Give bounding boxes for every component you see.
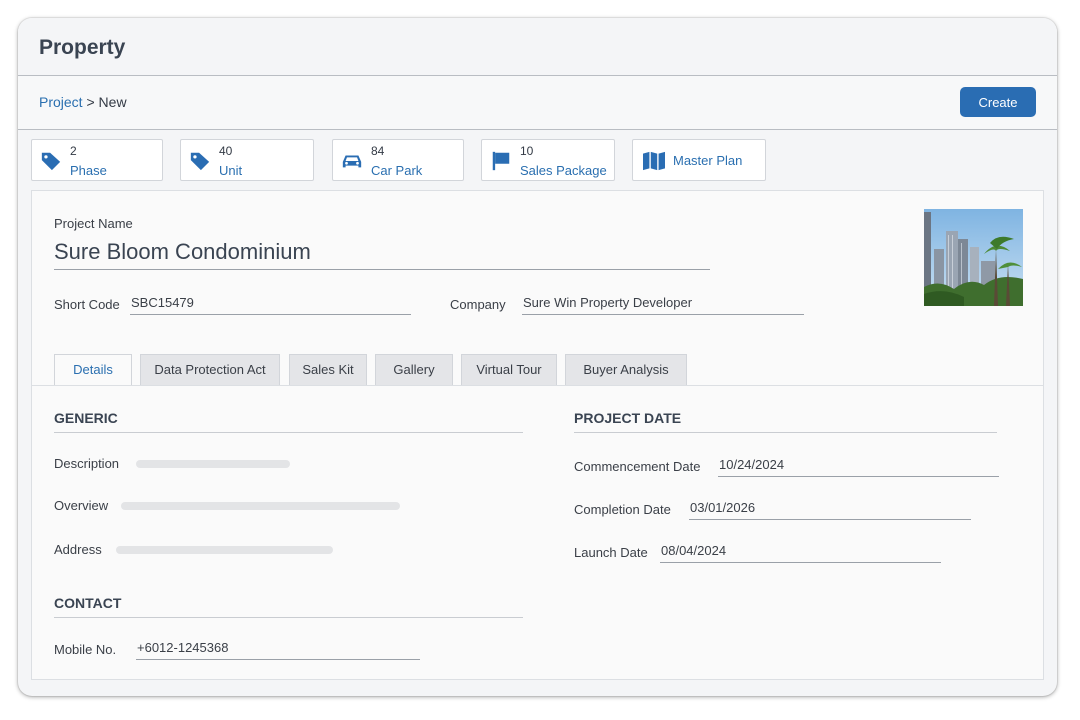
- stats-bar: 2 Phase 40 Unit 84 Car Park 10 Sales Pac…: [18, 130, 1057, 190]
- company-label: Company: [450, 297, 506, 312]
- description-label: Description: [54, 456, 120, 471]
- tag-icon: [190, 152, 210, 171]
- tab-sales-kit[interactable]: Sales Kit: [289, 354, 367, 385]
- overview-label: Overview: [54, 498, 109, 513]
- stat-unit[interactable]: 40 Unit: [180, 139, 314, 181]
- launch-date-label: Launch Date: [574, 545, 648, 560]
- generic-heading: GENERIC: [54, 410, 118, 426]
- stat-phase-label: Phase: [70, 163, 107, 178]
- contact-divider: [54, 617, 523, 618]
- project-panel: Project Name Sure Bloom Condominium Shor…: [31, 190, 1044, 680]
- short-code-label: Short Code: [54, 297, 120, 312]
- property-card: Property Project > New Create 2 Phase 40…: [18, 18, 1057, 696]
- commencement-date-label: Commencement Date: [574, 459, 701, 474]
- stat-sales-package-label: Sales Package: [520, 163, 607, 178]
- launch-date-field[interactable]: 08/04/2024: [660, 543, 941, 563]
- overview-placeholder: [121, 502, 400, 510]
- stat-master-plan-label: Master Plan: [673, 153, 743, 168]
- address-label: Address: [54, 542, 102, 557]
- car-icon: [342, 155, 362, 168]
- tab-buyer-analysis[interactable]: Buyer Analysis: [565, 354, 687, 385]
- mobile-label: Mobile No.: [54, 642, 117, 657]
- mobile-field[interactable]: +6012-1245368: [136, 640, 420, 660]
- project-name-label: Project Name: [54, 216, 133, 231]
- page-title: Property: [39, 36, 126, 59]
- generic-divider: [54, 432, 523, 433]
- stat-car-park-label: Car Park: [371, 163, 423, 178]
- completion-date-label: Completion Date: [574, 502, 671, 517]
- project-date-divider: [574, 432, 997, 433]
- stat-car-park-count: 84: [371, 144, 385, 158]
- tag-icon: [41, 152, 61, 171]
- tab-virtual-tour[interactable]: Virtual Tour: [461, 354, 557, 385]
- title-bar: Property: [18, 18, 1057, 76]
- project-name-field[interactable]: Sure Bloom Condominium: [54, 239, 710, 270]
- breadcrumb: Project > New: [39, 94, 127, 110]
- create-button[interactable]: Create: [960, 87, 1036, 117]
- commencement-date-field[interactable]: 10/24/2024: [718, 457, 999, 477]
- breadcrumb-separator: >: [82, 94, 99, 110]
- address-placeholder: [116, 546, 333, 554]
- company-field[interactable]: Sure Win Property Developer: [522, 295, 804, 315]
- stat-unit-count: 40: [219, 144, 233, 158]
- map-icon: [643, 151, 665, 171]
- completion-date-field[interactable]: 03/01/2026: [689, 500, 971, 520]
- tab-data-protection-act[interactable]: Data Protection Act: [140, 354, 280, 385]
- project-photo-image: [924, 209, 1023, 306]
- stat-car-park[interactable]: 84 Car Park: [332, 139, 464, 181]
- stat-phase-count: 2: [70, 144, 77, 158]
- stat-master-plan[interactable]: Master Plan: [632, 139, 766, 181]
- project-date-heading: PROJECT DATE: [574, 410, 682, 426]
- contact-heading: CONTACT: [54, 595, 122, 611]
- description-placeholder: [136, 460, 290, 468]
- breadcrumb-current: New: [98, 94, 127, 110]
- flag-icon: [492, 151, 510, 171]
- stat-phase[interactable]: 2 Phase: [31, 139, 163, 181]
- project-photo[interactable]: [924, 209, 1023, 306]
- breadcrumb-bar: Project > New Create: [18, 76, 1057, 130]
- stat-unit-label: Unit: [219, 163, 243, 178]
- short-code-field[interactable]: SBC15479: [130, 295, 411, 315]
- tab-details[interactable]: Details: [54, 354, 132, 386]
- tab-gallery[interactable]: Gallery: [375, 354, 453, 385]
- tabs-divider: [32, 385, 1043, 386]
- stat-sales-package-count: 10: [520, 144, 534, 158]
- breadcrumb-project-link[interactable]: Project: [39, 94, 83, 110]
- stat-sales-package[interactable]: 10 Sales Package: [481, 139, 615, 181]
